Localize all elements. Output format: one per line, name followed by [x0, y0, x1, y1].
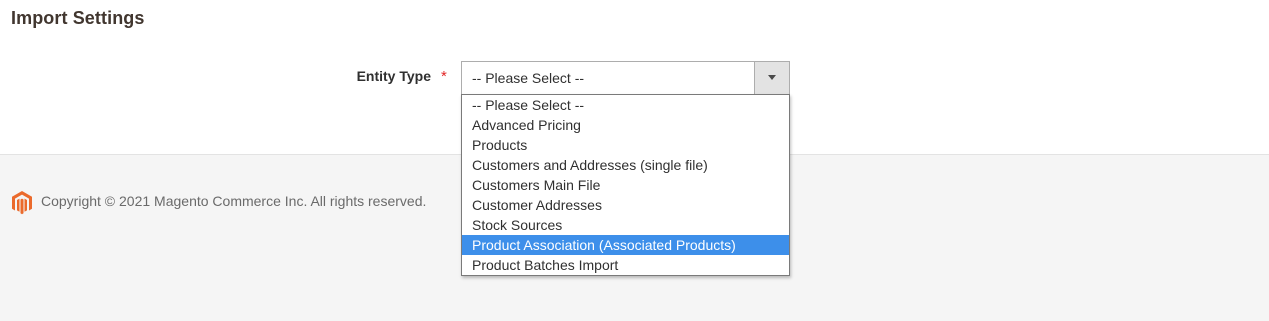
entity-type-select[interactable]: -- Please Select --: [461, 61, 790, 95]
page: Import Settings Entity Type * -- Please …: [0, 0, 1269, 321]
entity-type-label: Entity Type: [356, 68, 431, 84]
dropdown-option[interactable]: Customers Main File: [462, 175, 789, 195]
dropdown-option[interactable]: -- Please Select --: [462, 95, 789, 115]
dropdown-option[interactable]: Products: [462, 135, 789, 155]
entity-type-select-value: -- Please Select --: [472, 70, 585, 86]
magento-logo-icon: [11, 191, 33, 220]
entity-type-dropdown-list: -- Please Select -- Advanced Pricing Pro…: [461, 94, 790, 276]
dropdown-option-highlighted[interactable]: Product Association (Associated Products…: [462, 235, 789, 255]
select-arrow-button[interactable]: [754, 62, 789, 94]
dropdown-option[interactable]: Advanced Pricing: [462, 115, 789, 135]
dropdown-option[interactable]: Customers and Addresses (single file): [462, 155, 789, 175]
section-title: Import Settings: [11, 8, 145, 28]
dropdown-option[interactable]: Stock Sources: [462, 215, 789, 235]
required-indicator: *: [441, 68, 447, 85]
chevron-down-icon: [768, 75, 776, 80]
dropdown-option[interactable]: Customer Addresses: [462, 195, 789, 215]
dropdown-option[interactable]: Product Batches Import: [462, 255, 789, 275]
copyright-text: Copyright © 2021 Magento Commerce Inc. A…: [41, 193, 427, 209]
